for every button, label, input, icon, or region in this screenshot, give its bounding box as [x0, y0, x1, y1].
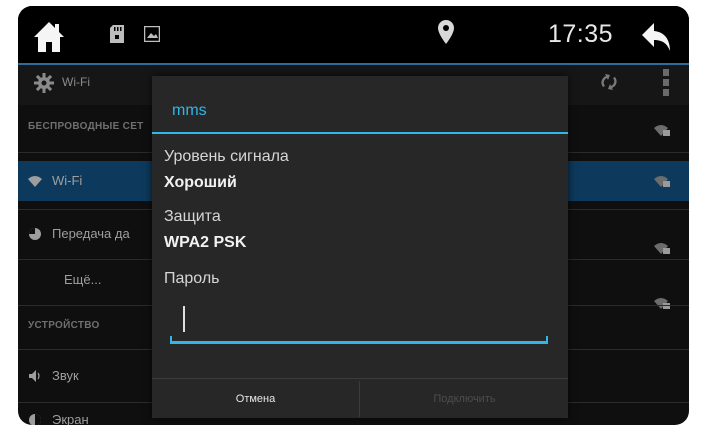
wifi-lock-icon — [654, 243, 670, 254]
wifi-lock-icon — [654, 176, 670, 187]
speaker-icon — [29, 370, 40, 382]
back-arrow-icon[interactable] — [640, 20, 674, 54]
status-bar: 17:35 — [18, 6, 689, 64]
cancel-button[interactable]: Отмена — [152, 379, 359, 419]
wifi-icon — [28, 176, 42, 187]
button-divider — [359, 381, 360, 417]
device-screen: 17:35 Wi-Fi БЕСПРОВОДНЫЕ СЕТ Wi-Fi Перед… — [18, 6, 689, 425]
picture-icon — [144, 26, 160, 42]
section-device: УСТРОЙСТВО — [28, 320, 100, 331]
sidebar-item-label: Wi-Fi — [52, 173, 83, 188]
sd-card-icon — [110, 25, 124, 43]
dialog-button-bar: Отмена Подключить — [152, 378, 568, 419]
wifi-connect-dialog: mms Уровень сигнала Хороший Защита WPA2 … — [152, 76, 568, 418]
dialog-title: mms — [172, 102, 207, 119]
password-label: Пароль — [164, 270, 220, 287]
dialog-title-divider — [152, 132, 568, 134]
location-pin-icon — [438, 20, 454, 44]
data-usage-icon — [29, 228, 41, 240]
sidebar-item-label: Экран — [52, 412, 89, 425]
sidebar-item-label: Передача да — [52, 226, 130, 241]
signal-strength-label: Уровень сигнала — [164, 148, 289, 165]
section-wireless: БЕСПРОВОДНЫЕ СЕТ — [28, 121, 144, 132]
connect-button[interactable]: Подключить — [361, 379, 568, 419]
home-icon[interactable] — [32, 20, 66, 54]
wifi-lock-icon — [654, 125, 670, 136]
header-title: Wi-Fi — [62, 75, 90, 89]
signal-strength-value: Хороший — [164, 174, 237, 191]
security-value: WPA2 PSK — [164, 234, 247, 251]
wifi-lock-icon — [654, 298, 670, 309]
clock: 17:35 — [548, 20, 614, 48]
sidebar-item-label: Звук — [52, 368, 79, 383]
sidebar-item-label: Ещё... — [64, 272, 102, 287]
password-field[interactable] — [170, 302, 548, 344]
wifi-scan-icon[interactable] — [600, 73, 618, 91]
security-label: Защита — [164, 208, 221, 225]
brightness-icon — [29, 414, 41, 425]
overflow-menu-icon[interactable] — [663, 69, 671, 103]
gear-icon — [34, 73, 54, 93]
